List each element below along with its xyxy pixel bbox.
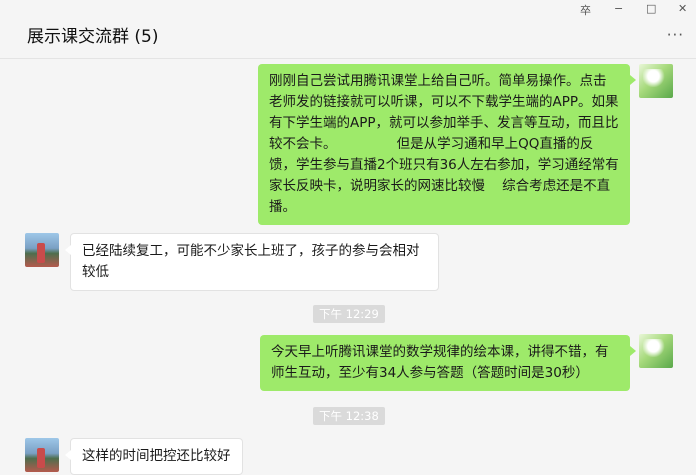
avatar[interactable] bbox=[639, 64, 673, 98]
chat-message: 今天早上听腾讯课堂的数学规律的绘本课，讲得不错，有师生互动，至少有34人参与答题… bbox=[260, 335, 636, 391]
timestamp: 下午 12:29 bbox=[313, 305, 385, 323]
chat-message: 这样的时间把控还比较好 bbox=[65, 438, 243, 475]
pin-icon[interactable]: 卒 bbox=[580, 2, 591, 18]
avatar[interactable] bbox=[639, 334, 673, 368]
minimize-icon[interactable]: − bbox=[614, 2, 623, 15]
timestamp: 下午 12:38 bbox=[313, 407, 385, 425]
chat-title: 展示课交流群 (5) bbox=[27, 27, 159, 47]
maximize-icon[interactable]: □ bbox=[646, 2, 656, 15]
chat-message: 已经陆续复工，可能不少家长上班了，孩子的参与会相对较低 bbox=[65, 233, 439, 291]
more-options-icon[interactable]: ··· bbox=[667, 26, 684, 44]
avatar[interactable] bbox=[25, 438, 59, 472]
chat-message: 刚刚自己尝试用腾讯课堂上给自己听。简单易操作。点击老师发的链接就可以听课，可以不… bbox=[258, 64, 636, 225]
chat-header: 展示课交流群 (5) 卒 − □ ✕ ··· bbox=[0, 0, 696, 59]
close-icon[interactable]: ✕ bbox=[678, 2, 687, 15]
avatar[interactable] bbox=[25, 233, 59, 267]
